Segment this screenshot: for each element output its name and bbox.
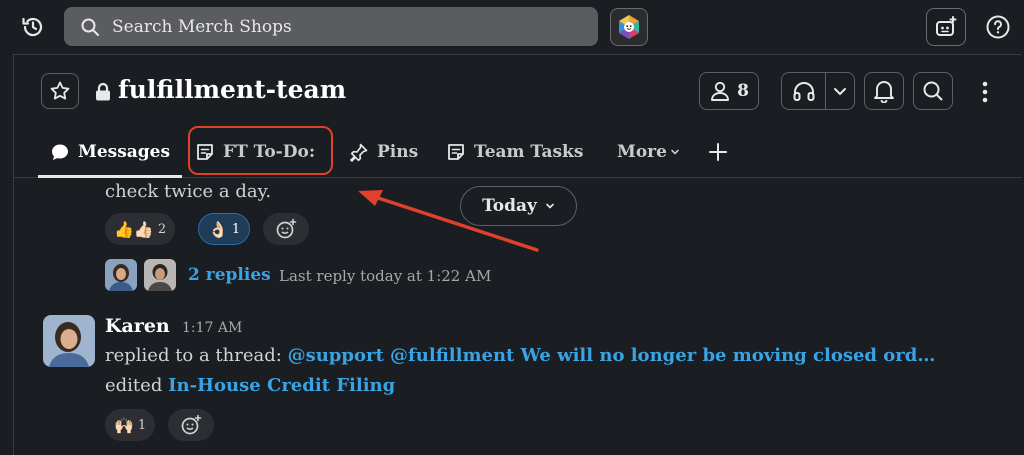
annotation-highlight-box bbox=[188, 126, 333, 175]
reaction-raised-hands[interactable]: 🙌🏻 1 bbox=[105, 409, 156, 441]
reaction-thumbs-up[interactable]: 👍👍🏻 2 bbox=[105, 213, 176, 245]
search-placeholder: Search Merch Shops bbox=[112, 16, 292, 37]
last-reply-text: Last reply today at 1:22 AM bbox=[279, 267, 492, 285]
reaction-count: 2 bbox=[157, 221, 167, 237]
reaction-emoji: 👌🏻 bbox=[208, 219, 228, 239]
channel-title[interactable]: fulfillment-team bbox=[118, 75, 346, 104]
member-count: 8 bbox=[737, 81, 749, 101]
canvas-doc-icon bbox=[448, 144, 464, 160]
person-icon bbox=[711, 81, 730, 101]
message-text: check twice a day. bbox=[105, 181, 272, 202]
tab-team-tasks[interactable]: Team Tasks bbox=[446, 127, 583, 177]
add-reaction-icon[interactable] bbox=[263, 213, 309, 245]
tab-pins[interactable]: Pins bbox=[349, 127, 418, 177]
message-line: edited In-House Credit Filing bbox=[105, 375, 395, 396]
more-options-icon[interactable] bbox=[974, 75, 996, 109]
channel-panel: fulfillment-team 8 Messages FT To-Do: Pi bbox=[13, 54, 1022, 455]
avatar[interactable] bbox=[144, 259, 176, 291]
tab-messages[interactable]: Messages bbox=[37, 127, 183, 178]
thread-replies-link[interactable]: 2 replies bbox=[188, 265, 271, 285]
star-icon[interactable] bbox=[41, 73, 79, 109]
help-icon[interactable] bbox=[983, 12, 1013, 42]
chevron-down-icon bbox=[546, 203, 554, 209]
add-reaction-icon[interactable] bbox=[168, 409, 214, 441]
reaction-count: 1 bbox=[137, 417, 147, 433]
channel-search-icon[interactable] bbox=[913, 72, 953, 110]
reaction-emoji: 👍👍🏻 bbox=[114, 219, 154, 239]
message-line: replied to a thread: @support @fulfillme… bbox=[105, 345, 935, 366]
workspace-logo-icon[interactable] bbox=[610, 8, 648, 46]
headphones-icon[interactable] bbox=[782, 73, 826, 109]
members-button[interactable]: 8 bbox=[699, 72, 759, 110]
channel-tabs: Messages FT To-Do: Pins Team Tasks More bbox=[14, 127, 1022, 178]
tab-label: Messages bbox=[78, 142, 171, 162]
tab-more[interactable]: More bbox=[617, 127, 680, 177]
tab-label: More bbox=[617, 142, 667, 162]
message-text: replied to a thread: bbox=[105, 345, 288, 366]
reaction-emoji: 🙌🏻 bbox=[114, 415, 134, 435]
message-bubble-icon bbox=[52, 144, 68, 160]
history-icon[interactable] bbox=[18, 12, 48, 42]
thread-link[interactable]: @support @fulfillment We will no longer … bbox=[288, 345, 936, 366]
reaction-count: 1 bbox=[231, 221, 241, 237]
new-bot-icon[interactable] bbox=[926, 8, 966, 46]
plus-icon bbox=[709, 143, 727, 161]
pin-icon bbox=[350, 143, 368, 162]
avatar[interactable] bbox=[43, 315, 95, 367]
chevron-down-icon[interactable] bbox=[826, 73, 854, 109]
message-author[interactable]: Karen bbox=[105, 315, 170, 337]
tab-label: Team Tasks bbox=[474, 142, 584, 162]
lock-icon bbox=[94, 82, 112, 106]
canvas-link[interactable]: In-House Credit Filing bbox=[168, 375, 395, 396]
tab-label: Pins bbox=[377, 142, 419, 162]
add-tab-button[interactable] bbox=[708, 127, 728, 177]
avatar[interactable] bbox=[105, 259, 137, 291]
message-text: edited bbox=[105, 375, 169, 396]
date-label: Today bbox=[482, 196, 537, 216]
bell-icon[interactable] bbox=[864, 72, 904, 110]
message-timestamp[interactable]: 1:17 AM bbox=[182, 320, 242, 336]
huddle-button[interactable] bbox=[781, 72, 855, 110]
search-icon bbox=[81, 18, 99, 36]
reaction-ok-hand[interactable]: 👌🏻 1 bbox=[198, 213, 251, 245]
search-input[interactable]: Search Merch Shops bbox=[64, 7, 598, 46]
date-divider[interactable]: Today bbox=[460, 186, 577, 226]
top-bar: Search Merch Shops bbox=[0, 0, 1024, 54]
chevron-down-icon bbox=[671, 149, 679, 155]
